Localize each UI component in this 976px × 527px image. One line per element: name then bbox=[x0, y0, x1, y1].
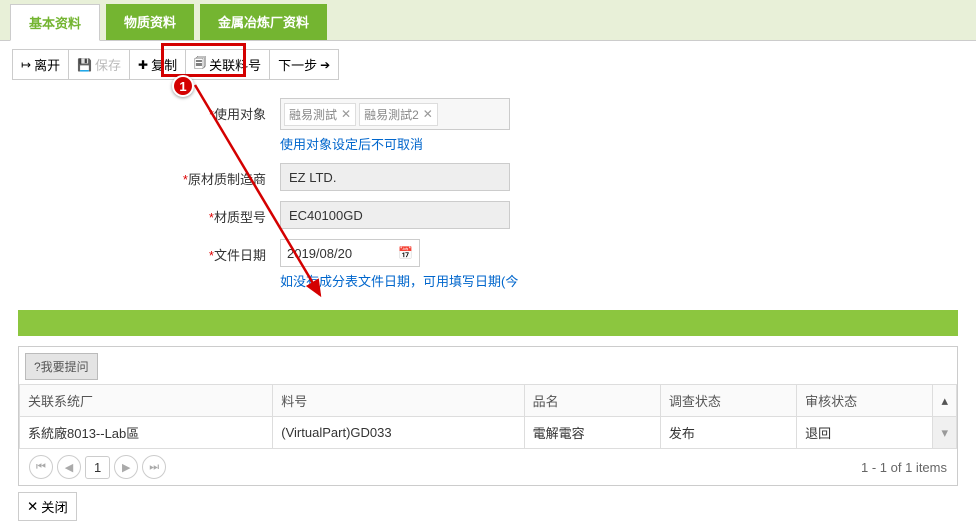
document-icon: 🗐 bbox=[194, 54, 206, 75]
model-label: *材质型号 bbox=[20, 201, 280, 226]
exit-icon: ↦ bbox=[21, 58, 31, 72]
close-icon: ✕ bbox=[27, 499, 38, 515]
save-button[interactable]: 💾保存 bbox=[69, 49, 130, 80]
calendar-icon[interactable]: 📅 bbox=[398, 246, 413, 260]
col-audit[interactable]: 审核状态 bbox=[797, 385, 933, 417]
pager-next-button[interactable]: ▶ bbox=[114, 455, 138, 479]
leave-button[interactable]: ↦离开 bbox=[12, 49, 69, 80]
doc-date-input[interactable]: 2019/08/20 📅 bbox=[280, 239, 420, 267]
col-factory[interactable]: 关联系统厂 bbox=[20, 385, 273, 417]
tag-item: 融易測試2 ✕ bbox=[359, 103, 438, 126]
use-target-input[interactable]: 融易測試 ✕ 融易測試2 ✕ bbox=[280, 98, 510, 130]
tab-material[interactable]: 物质资料 bbox=[106, 4, 194, 40]
pager-last-button[interactable]: ⏭ bbox=[142, 455, 166, 479]
linked-parts-table: 关联系统厂 料号 品名 调查状态 审核状态 ▴ 系統廠8013--Lab區 (V… bbox=[19, 384, 957, 449]
scroll-up-icon[interactable]: ▴ bbox=[933, 385, 957, 417]
arrow-right-icon: ➔ bbox=[320, 58, 330, 72]
col-partno[interactable]: 料号 bbox=[273, 385, 524, 417]
mfr-input: EZ LTD. bbox=[280, 163, 510, 191]
annotation-callout-1: 1 bbox=[172, 75, 194, 97]
next-button[interactable]: 下一步➔ bbox=[270, 49, 339, 80]
pager-first-button[interactable]: ⏮ bbox=[29, 455, 53, 479]
link-part-button[interactable]: 🗐关联料号 bbox=[186, 49, 270, 80]
form-area: *使用对象 融易測試 ✕ 融易測試2 ✕ 使用对象设定后不可取消 *原材质制造商… bbox=[0, 88, 976, 310]
tab-strip: 基本资料 物质资料 金属冶炼厂资料 bbox=[0, 0, 976, 41]
doc-date-label: *文件日期 bbox=[20, 239, 280, 264]
use-target-hint: 使用对象设定后不可取消 bbox=[280, 134, 510, 153]
table-row[interactable]: 系統廠8013--Lab區 (VirtualPart)GD033 電解電容 发布… bbox=[20, 417, 957, 449]
tag-item: 融易測試 ✕ bbox=[284, 103, 356, 126]
mfr-label: *原材质制造商 bbox=[20, 163, 280, 188]
plus-icon: ✚ bbox=[138, 58, 148, 72]
col-survey[interactable]: 调查状态 bbox=[660, 385, 796, 417]
model-input: EC40100GD bbox=[280, 201, 510, 229]
doc-date-hint: 如没有成分表文件日期，可用填写日期(今 bbox=[280, 271, 518, 290]
scroll-down-icon[interactable]: ▾ bbox=[933, 417, 957, 449]
save-icon: 💾 bbox=[77, 58, 92, 72]
pager-prev-button[interactable]: ◀ bbox=[57, 455, 81, 479]
col-name[interactable]: 品名 bbox=[524, 385, 660, 417]
tab-basic[interactable]: 基本资料 bbox=[10, 4, 100, 41]
tag-remove-icon[interactable]: ✕ bbox=[423, 107, 433, 121]
pager-page-input[interactable]: 1 bbox=[85, 456, 110, 479]
pager-summary: 1 - 1 of 1 items bbox=[861, 460, 947, 475]
section-divider bbox=[18, 310, 958, 336]
lower-pane: ?我要提问 关联系统厂 料号 品名 调查状态 审核状态 ▴ 系統廠8013--L… bbox=[18, 346, 958, 486]
use-target-label: *使用对象 bbox=[20, 98, 280, 123]
ask-question-button[interactable]: ?我要提问 bbox=[25, 353, 98, 380]
close-button[interactable]: ✕关闭 bbox=[18, 492, 77, 521]
toolbar: ↦离开 💾保存 ✚复制 🗐关联料号 下一步➔ 1 bbox=[0, 41, 976, 88]
tab-smelter[interactable]: 金属冶炼厂资料 bbox=[200, 4, 327, 40]
tag-remove-icon[interactable]: ✕ bbox=[341, 107, 351, 121]
pager: ⏮ ◀ 1 ▶ ⏭ 1 - 1 of 1 items bbox=[19, 449, 957, 485]
